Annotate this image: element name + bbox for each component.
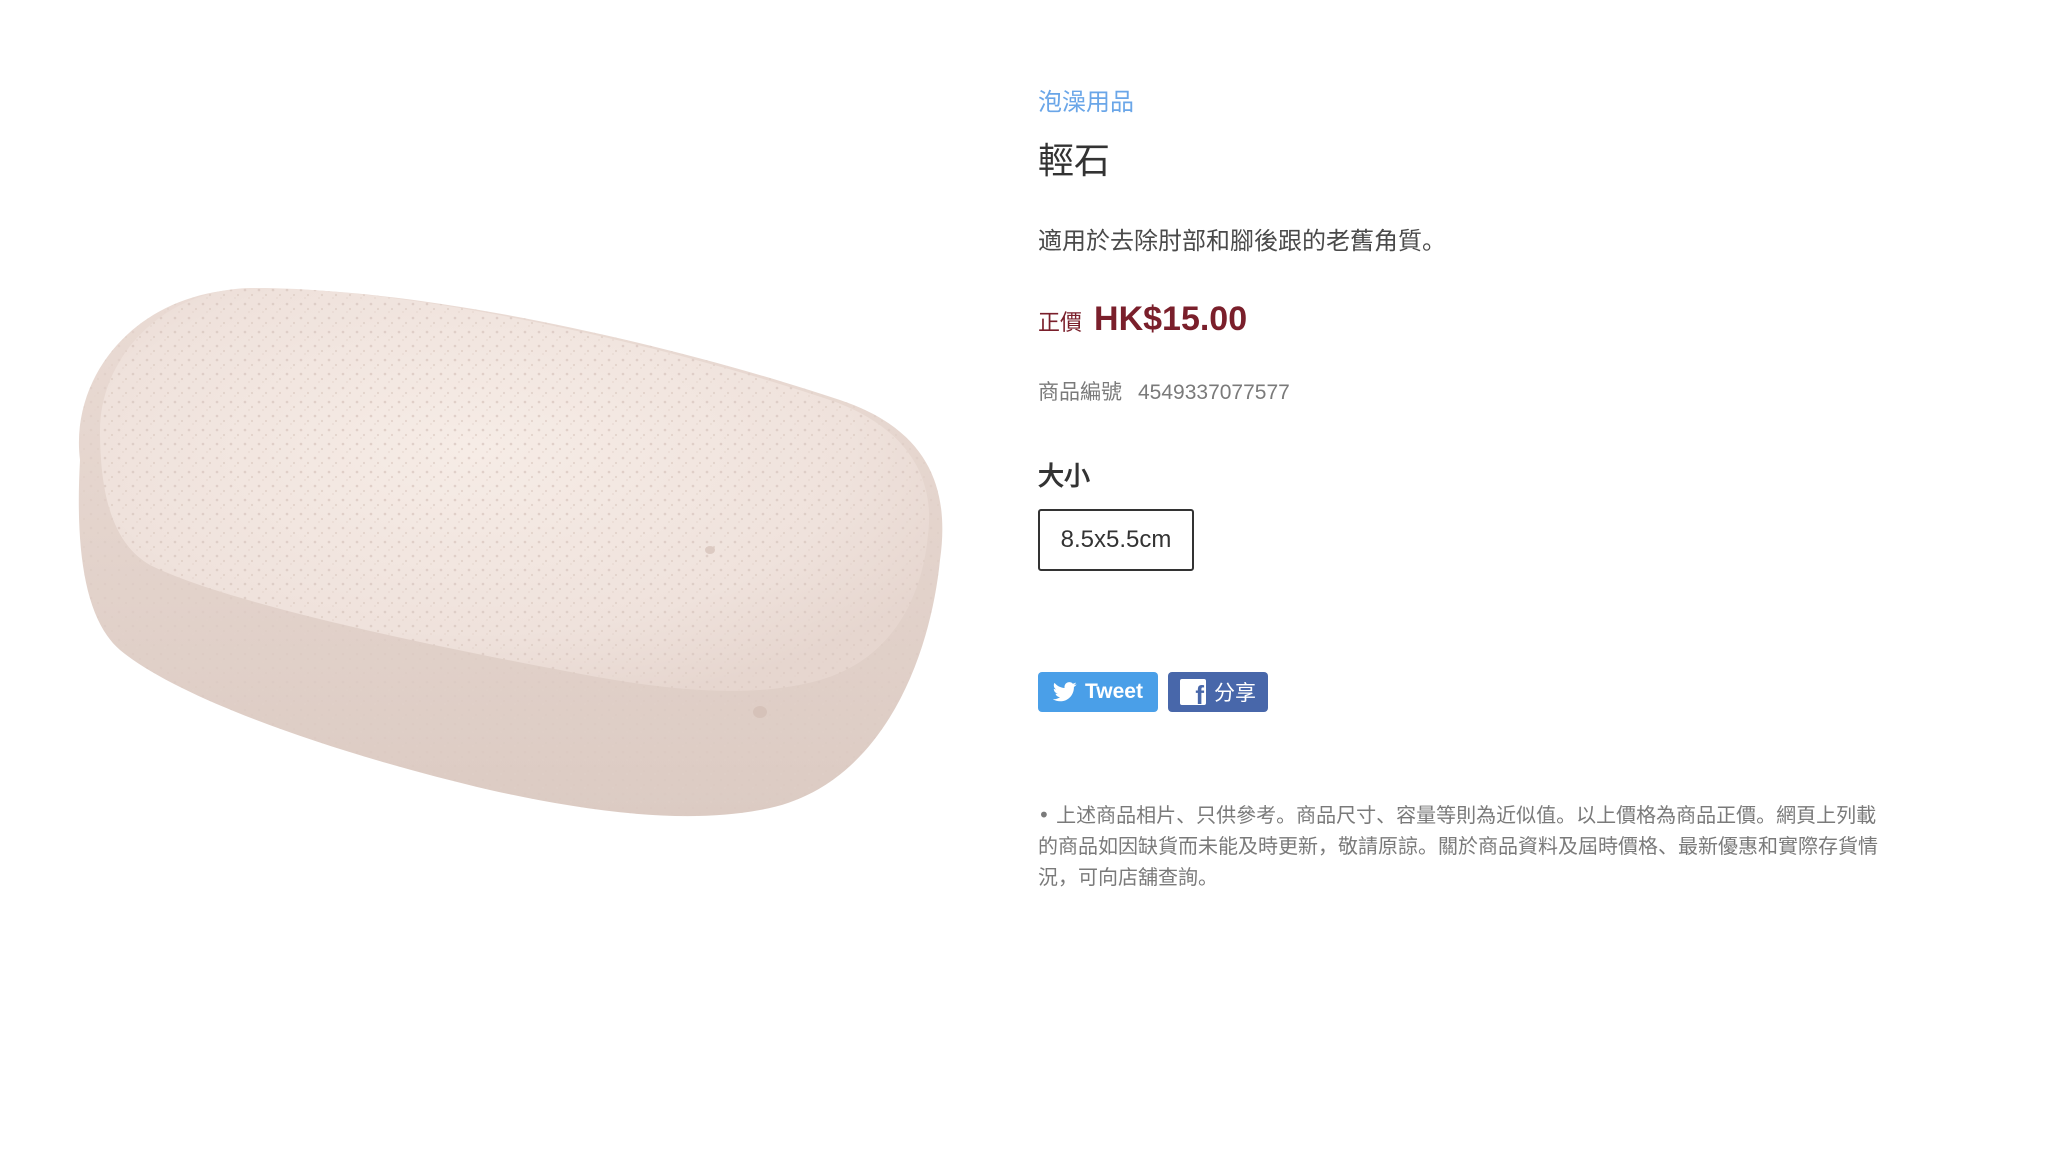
product-page: 泡澡用品 輕石 適用於去除肘部和腳後跟的老舊角質。 正價 HK$15.00 商品… (0, 0, 2048, 1173)
tweet-button[interactable]: Tweet (1038, 672, 1158, 712)
price-value: HK$15.00 (1094, 300, 1248, 338)
sku-row: 商品編號 4549337077577 (1038, 376, 1290, 406)
price-row: 正價 HK$15.00 (1038, 300, 1247, 339)
product-description: 適用於去除肘部和腳後跟的老舊角質。 (1038, 227, 1446, 255)
sku-label: 商品編號 (1038, 380, 1122, 404)
sku-value: 4549337077577 (1138, 381, 1290, 404)
size-option-button[interactable]: 8.5x5.5cm (1038, 509, 1194, 571)
facebook-share-button[interactable]: f 分享 (1168, 672, 1268, 712)
category-link[interactable]: 泡澡用品 (1038, 82, 1134, 117)
price-label: 正價 (1038, 311, 1083, 336)
share-buttons: Tweet f 分享 (1038, 672, 1268, 712)
pumice-stone-image (78, 287, 943, 817)
size-label: 大小 (1038, 462, 1091, 492)
twitter-bird-icon (1053, 682, 1077, 702)
facebook-share-label: 分享 (1214, 681, 1256, 705)
product-image (60, 230, 960, 850)
product-title: 輕石 (1038, 141, 1111, 182)
tweet-label: Tweet (1085, 680, 1143, 703)
facebook-icon: f (1180, 679, 1206, 705)
disclaimer-text: • 上述商品相片、只供參考。商品尺寸、容量等則為近似值。以上價格為商品正價。網頁… (1038, 803, 1878, 889)
